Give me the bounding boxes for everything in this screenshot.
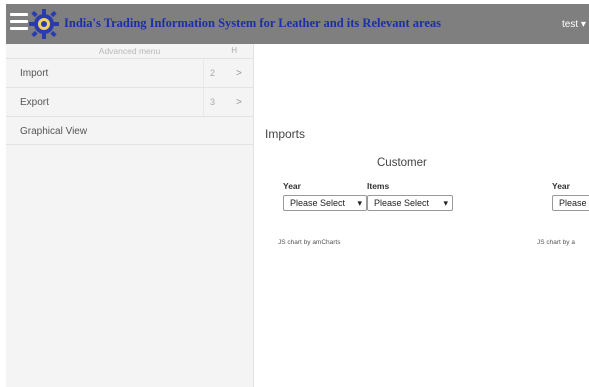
main-content: Imports Customer Year Items Please Selec… [255,44,589,387]
right-year-select-value: Please [559,198,587,208]
sidebar-item-count: 2 [203,59,231,87]
cog-logo-icon [28,7,60,41]
year-select[interactable]: Please Select ▾ [283,195,367,211]
chevron-right-icon: > [236,97,242,108]
chevron-right-icon: > [236,68,242,79]
sidebar-item-label: Graphical View [20,126,88,137]
year-label: Year [283,181,301,191]
collapse-sidebar-icon[interactable]: H [231,44,237,58]
sidebar-header-label: Advanced menu [98,46,161,56]
items-select[interactable]: Please Select ▾ [367,195,453,211]
right-year-label: Year [552,181,570,191]
sidebar-item-graphical-view[interactable]: Graphical View [6,116,253,145]
sidebar-item-count: 3 [203,88,231,116]
app-title: India's Trading Information System for L… [64,16,441,30]
items-select-value: Please Select [374,198,430,208]
sidebar: Advanced menu H Import 2 > Export 3 > Gr… [6,44,254,387]
section-title: Customer [377,157,427,169]
top-navbar: India's Trading Information System for L… [6,4,589,44]
sidebar-header: Advanced menu H [6,44,253,58]
hamburger-menu-icon[interactable] [10,13,28,33]
amcharts-credit-link[interactable]: JS chart by amCharts [278,239,341,246]
sidebar-item-export[interactable]: Export 3 > [6,87,253,116]
user-menu-dropdown[interactable]: test ▾ [562,19,586,30]
chevron-down-icon: ▾ [443,198,448,208]
items-label: Items [367,181,390,191]
right-amcharts-credit-link[interactable]: JS chart by a [537,239,575,246]
sidebar-item-label: Import [20,68,49,79]
chevron-down-icon: ▾ [357,198,362,208]
sidebar-item-import[interactable]: Import 2 > [6,58,253,87]
right-year-select[interactable]: Please [552,195,589,211]
sidebar-item-label: Export [20,97,49,108]
page-title: Imports [265,127,306,141]
year-select-value: Please Select [290,198,346,208]
